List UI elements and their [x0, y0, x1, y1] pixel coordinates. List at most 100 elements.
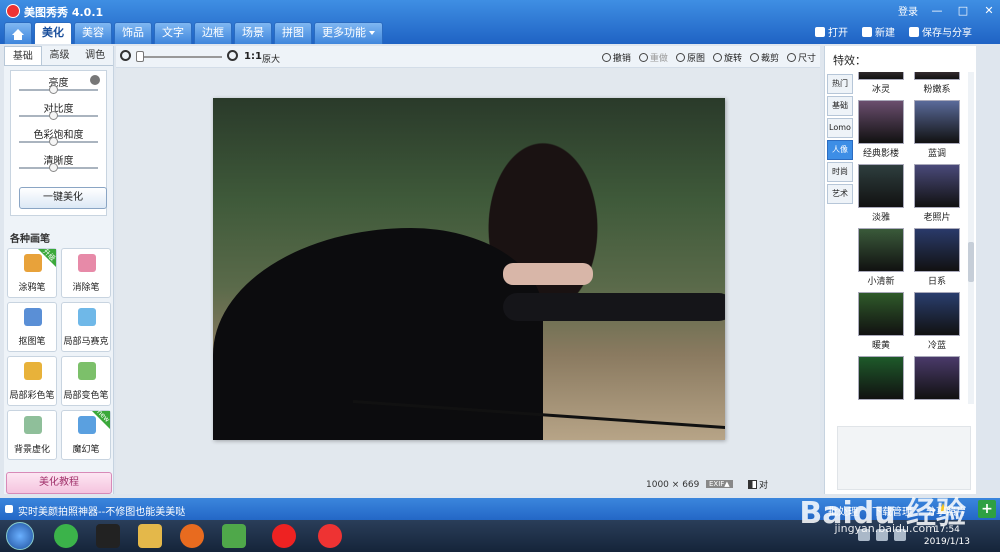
start-button[interactable] — [6, 522, 34, 550]
rotate-button[interactable]: 旋转 — [712, 51, 742, 64]
effect-thumbnail — [858, 356, 904, 400]
video-app-icon[interactable] — [222, 524, 246, 548]
effect-tab-art[interactable]: 艺术 — [827, 184, 853, 204]
effect-tab-lomo[interactable]: Lomo — [827, 118, 853, 138]
slider-track[interactable] — [19, 115, 98, 117]
effect-item[interactable]: 蓝调 — [913, 100, 961, 159]
effect-item[interactable] — [857, 356, 905, 402]
effect-item[interactable]: 老照片 — [913, 164, 961, 223]
brightness-slider: 亮度 — [11, 71, 106, 97]
tab-more-features[interactable]: 更多功能 — [314, 22, 383, 44]
add-icon[interactable]: + — [978, 500, 996, 518]
doodle-pen-tool[interactable]: 升级 涂鸦笔 — [7, 247, 57, 298]
close-button[interactable]: ✕ — [982, 4, 996, 17]
status-message[interactable]: 实时美颜拍照神器--不修图也能美美哒 — [18, 503, 185, 518]
effect-tab-popular[interactable]: 热门 — [827, 74, 853, 94]
effect-label: 粉嫩系 — [923, 85, 951, 95]
slider-label: 亮度 — [48, 78, 69, 89]
effect-item[interactable]: 粉嫩系 — [913, 72, 961, 95]
effect-item[interactable]: 小清新 — [857, 228, 905, 287]
tab-home[interactable] — [4, 22, 32, 44]
effect-item[interactable]: 淡雅 — [857, 164, 905, 223]
plus-circle-icon — [862, 27, 872, 37]
meitu-taskbar-icon[interactable] — [318, 524, 342, 548]
zoom-actual-size-button[interactable]: 1:1 — [244, 51, 262, 62]
zoom-out-icon[interactable] — [120, 50, 131, 61]
sub-tab-color[interactable]: 调色 — [77, 46, 113, 65]
record-icon[interactable] — [272, 524, 296, 548]
sub-tab-advanced[interactable]: 高级 — [42, 46, 78, 65]
local-mosaic-tool[interactable]: 局部马赛克 — [61, 302, 111, 352]
folder-icon[interactable] — [138, 524, 162, 548]
effect-tab-portrait[interactable]: 人像 — [827, 140, 853, 160]
tab-accessories[interactable]: 饰品 — [114, 22, 152, 44]
scroll-thumb[interactable] — [968, 242, 974, 282]
size-label: 尺寸 — [797, 54, 816, 64]
effect-item[interactable] — [913, 356, 961, 402]
slider-knob[interactable] — [49, 163, 58, 172]
effects-scrollbar[interactable] — [968, 72, 974, 404]
tab-beautify[interactable]: 美化 — [34, 22, 72, 44]
save-share-button[interactable]: 保存与分享 — [909, 24, 972, 39]
slider-track[interactable] — [19, 167, 98, 169]
effect-thumbnail — [858, 228, 904, 272]
redo-button[interactable]: 重做 — [638, 51, 668, 64]
edited-photo[interactable] — [213, 98, 725, 440]
effect-item[interactable]: 冰灵 — [857, 72, 905, 95]
tab-beauty[interactable]: 美容 — [74, 22, 112, 44]
effect-label: 淡雅 — [871, 213, 890, 223]
undo-button[interactable]: 撤销 — [601, 51, 631, 64]
slider-knob[interactable] — [49, 111, 58, 120]
qq-icon[interactable] — [96, 524, 120, 548]
slider-track[interactable] — [19, 141, 98, 143]
compare-button[interactable]: 对 — [748, 478, 768, 491]
size-button[interactable]: 尺寸 — [786, 51, 816, 64]
zoom-original-label[interactable]: 原大 — [262, 52, 280, 65]
one-click-beautify-button[interactable]: 一键美化 — [19, 187, 107, 209]
sub-tab-basic[interactable]: 基础 — [4, 46, 42, 65]
effect-item[interactable]: 暖黄 — [857, 292, 905, 351]
slider-track[interactable] — [19, 89, 98, 91]
maximize-button[interactable]: □ — [956, 4, 970, 17]
background-blur-tool[interactable]: 背景虚化 — [7, 410, 57, 460]
new-button[interactable]: 新建 — [862, 24, 895, 39]
effect-tab-fashion[interactable]: 时尚 — [827, 162, 853, 182]
tab-scene[interactable]: 场景 — [234, 22, 272, 44]
browser-icon[interactable] — [54, 524, 78, 548]
rotate-icon — [712, 53, 722, 62]
canvas-area: 1000 × 669 EXIF▲ 对 — [116, 68, 820, 494]
zoom-in-icon[interactable] — [227, 50, 238, 61]
effects-grid: 冰灵 粉嫩系经典影楼 蓝调淡雅 老照片小清新 日系 暖黄 冷蓝 — [857, 72, 969, 412]
local-color-pen-tool[interactable]: 局部彩色笔 — [7, 356, 57, 406]
zoom-slider-knob[interactable] — [136, 51, 144, 62]
open-button[interactable]: 打开 — [815, 24, 848, 39]
cutout-pen-tool[interactable]: 抠图笔 — [7, 302, 57, 352]
tab-text[interactable]: 文字 — [154, 22, 192, 44]
tool-label: 涂鸦笔 — [18, 283, 46, 293]
original-button[interactable]: 原图 — [675, 51, 705, 64]
effect-item[interactable]: 经典影楼 — [857, 100, 905, 159]
beautify-tutorial-button[interactable]: 美化教程 — [6, 472, 112, 494]
effect-label: 老照片 — [923, 213, 951, 223]
exif-button[interactable]: EXIF▲ — [706, 480, 733, 488]
effect-item[interactable]: 日系 — [913, 228, 961, 287]
firefox-icon[interactable] — [180, 524, 204, 548]
local-recolor-pen-tool[interactable]: 局部变色笔 — [61, 356, 111, 406]
crop-button[interactable]: 裁剪 — [749, 51, 779, 64]
slider-knob[interactable] — [49, 137, 58, 146]
magic-pen-tool[interactable]: new 魔幻笔 — [61, 408, 111, 460]
slider-knob[interactable] — [49, 85, 58, 94]
tab-collage[interactable]: 拼图 — [274, 22, 312, 44]
minimize-button[interactable]: — — [930, 4, 944, 17]
tab-frame[interactable]: 边框 — [194, 22, 232, 44]
tool-label: 魔幻笔 — [72, 445, 100, 455]
effect-tab-basic[interactable]: 基础 — [827, 96, 853, 116]
login-link[interactable]: 登录 — [898, 3, 918, 18]
effect-item[interactable]: 冷蓝 — [913, 292, 961, 351]
adjust-sub-tabs: 基础 高级 调色 — [4, 46, 113, 66]
effects-title: 特效： — [833, 54, 866, 67]
zoom-slider-track[interactable] — [136, 56, 222, 58]
save-icon — [909, 27, 919, 37]
eraser-pen-tool[interactable]: 消除笔 — [61, 248, 111, 298]
effect-thumbnail — [914, 228, 960, 272]
